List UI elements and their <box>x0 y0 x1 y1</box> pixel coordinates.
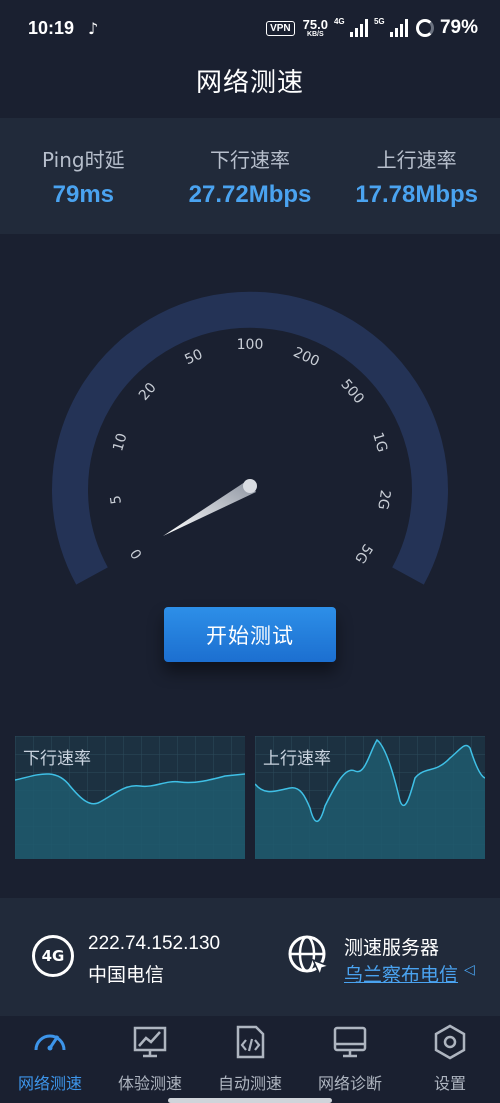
battery: 79% <box>415 17 478 39</box>
signal-5g-tag: 5G <box>373 17 385 26</box>
battery-percent: 79% <box>439 17 478 38</box>
stat-value: 79ms <box>52 180 115 208</box>
monitor-icon <box>330 1022 370 1062</box>
nav-item-settings[interactable]: 设置 <box>400 1016 500 1103</box>
signal-4g-tag: 4G <box>333 17 345 26</box>
nav-label: 体验测速 <box>117 1074 182 1093</box>
chart-monitor-icon <box>130 1022 170 1062</box>
gauge-tick-label: 10 <box>110 432 130 454</box>
download-graph-label: 下行速率 <box>23 749 91 769</box>
nav-item-experience-test[interactable]: 体验测速 <box>100 1016 200 1103</box>
stat-label: 上行速率 <box>376 147 457 172</box>
stat-value: 17.78Mbps <box>355 180 479 208</box>
nav-item-diagnosis[interactable]: 网络诊断 <box>300 1016 400 1103</box>
gauge-tick-labels: 0 5 10 20 50 100 200 500 1G 2G 5G <box>108 337 393 566</box>
globe-cursor-icon[interactable] <box>287 934 331 978</box>
gauge-tick-label: 500 <box>337 376 367 407</box>
battery-icon <box>415 19 434 37</box>
vpn-badge: VPN <box>266 20 295 36</box>
server-select-arrow-icon[interactable]: ◁ <box>464 962 475 978</box>
gauge-needle-hub <box>243 479 257 493</box>
gauge-tick-label: 100 <box>237 337 264 353</box>
nav-label: 网络诊断 <box>317 1074 382 1093</box>
isp-name: 中国电信 <box>88 964 165 986</box>
server-title: 测速服务器 <box>344 937 440 959</box>
gauge-tick-label: 50 <box>182 346 205 368</box>
stat-upload: 上行速率 17.78Mbps <box>333 118 500 234</box>
net-speed-value: 75.0 <box>302 17 328 32</box>
stat-value: 27.72Mbps <box>188 180 312 208</box>
gauge-tick-label: 0 <box>128 545 146 561</box>
net-speed-unit: KB/S <box>306 31 324 38</box>
gauge-tick-label: 5G <box>351 541 375 566</box>
gauge-tick-label: 1G <box>369 431 390 454</box>
status-right: VPN 75.0 KB/S 4G 5G 79% <box>266 17 478 39</box>
home-indicator[interactable] <box>168 1098 332 1103</box>
net-speed: 75.0 KB/S <box>303 18 328 38</box>
signal-4g-icon: 4G <box>333 17 368 37</box>
nav-item-auto-test[interactable]: 自动测速 <box>200 1016 300 1103</box>
start-test-button[interactable]: 开始测试 <box>164 607 336 662</box>
stat-ping: Ping时延 79ms <box>0 118 167 234</box>
code-document-icon <box>230 1022 270 1062</box>
gauge-tick-label: 5 <box>108 494 125 505</box>
tiktok-icon: ♪ <box>88 18 99 38</box>
ip-address: 222.74.152.130 <box>88 933 221 954</box>
stat-label: 下行速率 <box>210 147 290 172</box>
bottom-nav: 网络测速 体验测速 自动测速 网络诊断 设置 <box>0 1016 500 1103</box>
nav-label: 设置 <box>433 1074 466 1093</box>
stats-panel: Ping时延 79ms 下行速率 27.72Mbps 上行速率 17.78Mbp… <box>0 118 500 234</box>
speed-gauge: 0 5 10 20 50 100 200 500 1G 2G 5G <box>52 291 448 585</box>
server-name-link[interactable]: 乌兰察布电信 <box>344 960 458 987</box>
stat-download: 下行速率 27.72Mbps <box>167 118 334 234</box>
nav-item-speed-test[interactable]: 网络测速 <box>0 1016 100 1103</box>
network-type-icon: 4G <box>32 935 74 977</box>
hexagon-settings-icon <box>430 1022 470 1062</box>
gauge-needle <box>163 480 256 536</box>
nav-label: 自动测速 <box>217 1074 282 1093</box>
gauge-tick-label: 200 <box>291 344 322 370</box>
speedometer-icon <box>30 1022 70 1062</box>
upload-graph: 上行速率 <box>254 736 486 859</box>
upload-graph-label: 上行速率 <box>263 749 331 769</box>
page-title: 网络测速 <box>195 68 304 98</box>
gauge-tick-label: 20 <box>136 380 160 404</box>
status-bar: 10:19 ♪ VPN 75.0 KB/S 4G 5G 79% <box>0 0 500 56</box>
status-time: 10:19 <box>28 17 75 38</box>
nav-label: 网络测速 <box>17 1074 82 1093</box>
signal-5g-icon: 5G <box>373 17 408 37</box>
stat-label: Ping时延 <box>42 147 125 172</box>
gauge-tick-label: 2G <box>374 489 393 511</box>
download-graph: 下行速率 <box>14 736 246 859</box>
